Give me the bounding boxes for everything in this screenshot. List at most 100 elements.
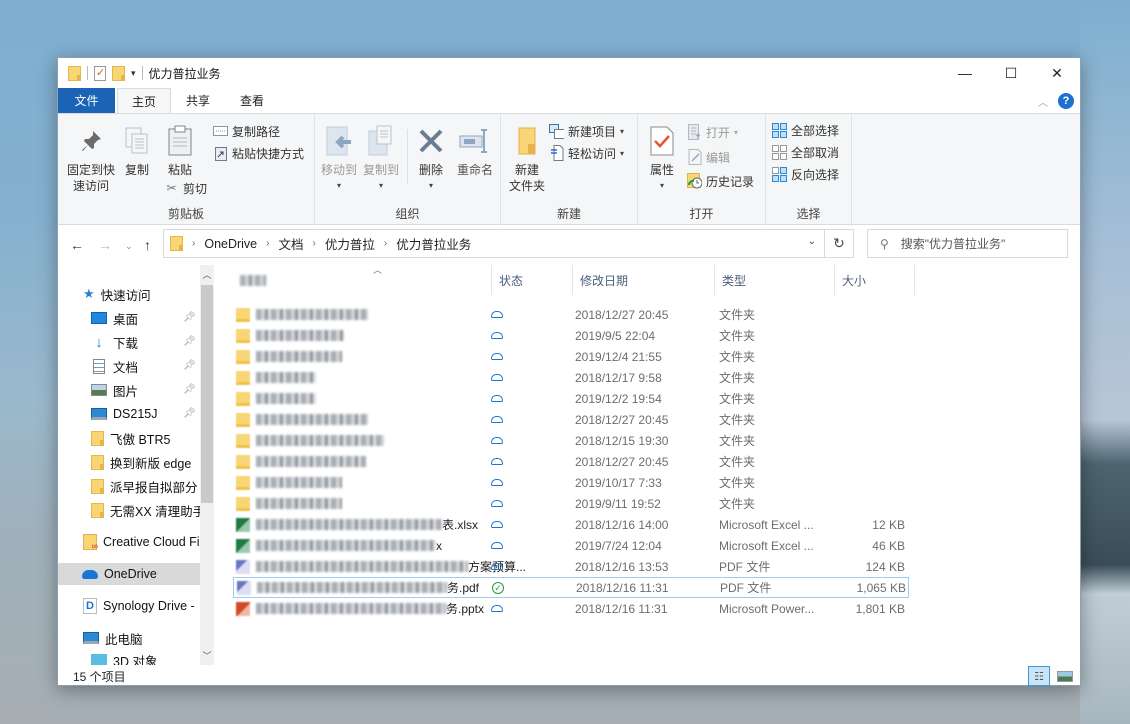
file-name[interactable]: 方案预算... xyxy=(236,558,526,575)
copy-path-button[interactable]: 复制路径 xyxy=(213,121,280,141)
file-name[interactable]: 务.pptx xyxy=(236,600,484,617)
pin-icon[interactable]: 📌︎ xyxy=(183,360,196,371)
maximize-button[interactable]: ☐ xyxy=(988,58,1034,88)
file-name[interactable] xyxy=(236,307,368,322)
file-row[interactable]: 2018/12/27 20:45 文件夹 xyxy=(233,409,909,430)
chevron-right-icon[interactable]: › xyxy=(384,238,387,249)
file-row[interactable]: 2018/12/17 9:58 文件夹 xyxy=(233,367,909,388)
chevron-right-icon[interactable]: › xyxy=(266,238,269,249)
nav-3d-objects[interactable]: 3D 对象 xyxy=(91,649,157,665)
address-history-dropdown[interactable]: ⌄ xyxy=(808,236,816,247)
scroll-up-icon[interactable]: ︿ xyxy=(200,268,214,281)
column-header-size[interactable]: 大小 xyxy=(835,265,915,295)
forward-button[interactable]: → xyxy=(98,237,112,253)
file-row[interactable]: 2019/10/17 7:33 文件夹 xyxy=(233,472,909,493)
file-row[interactable]: 2019/12/4 21:55 文件夹 xyxy=(233,346,909,367)
history-button[interactable]: 历史记录 xyxy=(687,171,754,191)
up-button[interactable]: ↑ xyxy=(144,237,151,253)
recent-locations-dropdown[interactable]: ⌄ xyxy=(125,241,133,252)
file-row[interactable]: 2018/12/15 19:30 文件夹 xyxy=(233,430,909,451)
tab-home[interactable]: 主页 xyxy=(117,88,171,113)
chevron-right-icon[interactable]: › xyxy=(192,238,195,249)
breadcrumb-youlipula[interactable]: 优力普拉 xyxy=(325,234,375,253)
file-name[interactable] xyxy=(236,433,384,448)
back-button[interactable]: ← xyxy=(70,237,84,253)
nav-item-desktop[interactable]: 桌面 xyxy=(91,307,138,329)
easy-access-button[interactable]: 轻松访问 ▾ xyxy=(549,143,624,163)
file-name[interactable] xyxy=(236,496,342,511)
file-name[interactable] xyxy=(236,412,368,427)
scroll-down-icon[interactable]: ﹀ xyxy=(200,649,214,662)
pin-icon[interactable]: 📌︎ xyxy=(183,312,196,323)
tab-file[interactable]: 文件 xyxy=(58,88,115,113)
nav-scrollbar-thumb[interactable] xyxy=(201,285,213,503)
customize-toolbar-dropdown-icon[interactable]: ▾ xyxy=(131,68,136,79)
new-folder-icon[interactable] xyxy=(112,65,125,81)
large-icons-view-button[interactable] xyxy=(1054,666,1076,686)
properties-icon[interactable] xyxy=(94,65,106,81)
copy-button[interactable]: 复制 xyxy=(122,124,152,178)
file-name[interactable]: 表.xlsx xyxy=(236,516,478,533)
paste-shortcut-button[interactable]: 粘贴快捷方式 xyxy=(213,143,304,163)
nav-onedrive[interactable]: OneDrive xyxy=(58,563,200,585)
column-header-status[interactable]: 状态 xyxy=(492,265,573,295)
details-view-button[interactable]: ☷ xyxy=(1028,666,1050,686)
invert-selection-button[interactable]: 反向选择 xyxy=(772,164,839,184)
paste-button[interactable]: 粘贴 xyxy=(163,124,197,178)
file-row[interactable]: 表.xlsx 2018/12/16 14:00 Microsoft Excel ..… xyxy=(233,514,909,535)
pin-icon[interactable]: 📌︎ xyxy=(183,384,196,395)
minimize-button[interactable]: — xyxy=(942,58,988,88)
nav-item-documents[interactable]: 文档 xyxy=(91,355,138,377)
close-button[interactable]: ✕ xyxy=(1034,58,1080,88)
nav-item-pictures[interactable]: 图片 xyxy=(91,379,138,401)
breadcrumb-documents[interactable]: 文档 xyxy=(278,234,303,253)
file-row[interactable]: 2018/12/27 20:45 文件夹 xyxy=(233,451,909,472)
file-name[interactable] xyxy=(236,391,316,406)
tab-view[interactable]: 查看 xyxy=(225,88,279,113)
select-all-button[interactable]: 全部选择 xyxy=(772,120,839,140)
pin-icon[interactable]: 📌︎ xyxy=(183,408,196,419)
file-row[interactable]: 务.pptx 2018/12/16 11:31 Microsoft Power...… xyxy=(233,598,909,619)
nav-item-folder[interactable]: 无需XX 清理助手 xyxy=(91,499,205,521)
pin-icon[interactable]: 📌︎ xyxy=(183,336,196,347)
file-row[interactable]: 2019/12/2 19:54 文件夹 xyxy=(233,388,909,409)
cut-button[interactable]: ✂ 剪切 xyxy=(164,178,207,198)
nav-creative-cloud[interactable]: ∞ Creative Cloud Files xyxy=(83,531,214,553)
column-header-date[interactable]: 修改日期 xyxy=(573,265,715,295)
file-name[interactable] xyxy=(236,328,344,343)
file-name[interactable]: 务.pdf xyxy=(237,579,479,596)
new-item-button[interactable]: 新建项目 ▾ xyxy=(549,121,624,141)
properties-button[interactable]: 属性 ▾ xyxy=(644,124,680,194)
help-icon[interactable]: ? xyxy=(1058,93,1074,109)
breadcrumb-onedrive[interactable]: OneDrive xyxy=(204,237,257,251)
column-header-type[interactable]: 类型 xyxy=(715,265,835,295)
nav-item-folder[interactable]: 派早报自拟部分 xyxy=(91,475,198,497)
file-name[interactable] xyxy=(236,370,316,385)
file-name[interactable]: x xyxy=(236,538,442,553)
file-row[interactable]: 2019/9/5 22:04 文件夹 xyxy=(233,325,909,346)
open-button[interactable]: 打开 ▾ xyxy=(687,122,738,142)
nav-scrollbar[interactable]: ︿ ﹀ xyxy=(200,265,214,665)
new-folder-button[interactable]: 新建 文件夹 xyxy=(505,124,549,194)
breadcrumb-current[interactable]: 优力普拉业务 xyxy=(396,234,471,253)
file-row[interactable]: x 2019/7/24 12:04 Microsoft Excel ... 46 KB xyxy=(233,535,909,556)
select-none-button[interactable]: 全部取消 xyxy=(772,142,839,162)
copy-to-button[interactable]: 复制到 ▾ xyxy=(361,124,401,194)
nav-item-downloads[interactable]: ↓ 下载 xyxy=(91,331,138,353)
refresh-button[interactable]: ↻ xyxy=(824,229,854,258)
file-row[interactable]: 方案预算... 2018/12/16 13:53 PDF 文件 124 KB xyxy=(233,556,909,577)
nav-item-folder[interactable]: 飞傲 BTR5 xyxy=(91,427,170,449)
file-name[interactable] xyxy=(236,454,366,469)
file-row[interactable]: 2018/12/27 20:45 文件夹 xyxy=(233,304,909,325)
nav-quick-access[interactable]: ★ 快速访问 xyxy=(83,283,151,305)
rename-button[interactable]: 重命名 xyxy=(453,124,497,178)
nav-synology-drive[interactable]: D Synology Drive - xyxy=(83,595,195,617)
file-name[interactable] xyxy=(236,349,342,364)
file-row[interactable]: 2019/9/11 19:52 文件夹 xyxy=(233,493,909,514)
tab-share[interactable]: 共享 xyxy=(171,88,225,113)
collapse-ribbon-icon[interactable]: ︿ xyxy=(1038,94,1048,109)
edit-button[interactable]: 编辑 xyxy=(687,147,730,167)
nav-item-ds215j[interactable]: DS215J xyxy=(91,403,157,425)
delete-button[interactable]: 删除 ▾ xyxy=(413,124,449,194)
address-bar[interactable]: › OneDrive › 文档 › 优力普拉 › 优力普拉业务 ⌄ xyxy=(163,229,825,258)
